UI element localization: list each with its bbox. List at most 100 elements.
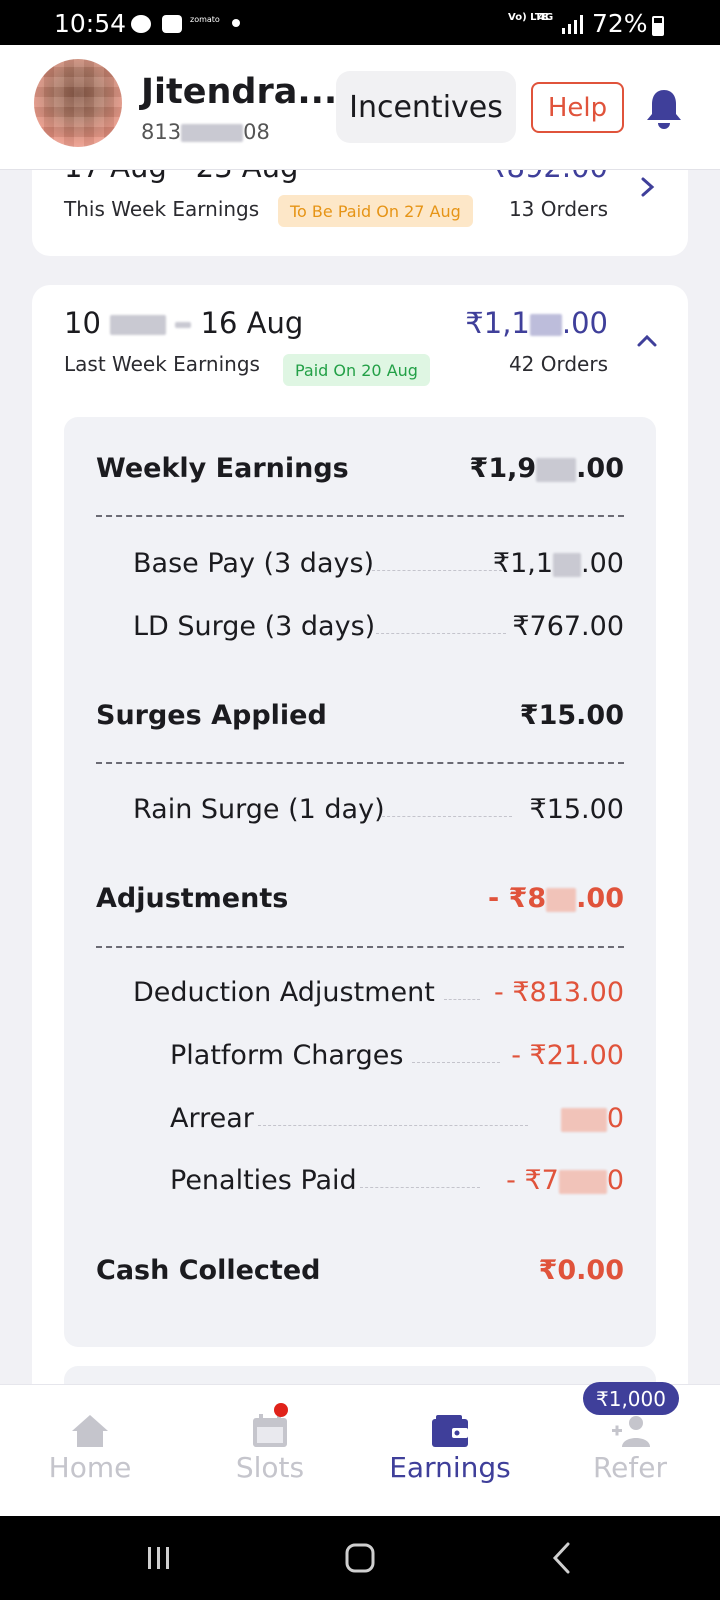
nav-earnings[interactable]: Earnings [360,1385,540,1517]
surges-applied-value: ₹15.00 [519,700,624,731]
signal-icon [562,15,583,34]
amount-prefix: ₹1,1 [465,306,530,340]
cash-collected-label: Cash Collected [96,1255,321,1286]
dotted-leader [382,816,512,817]
dotted-leader [444,999,480,1000]
user-phone: 813 08 [141,120,270,144]
user-name[interactable]: Jitendra... [141,72,337,112]
home-button-icon[interactable] [338,1536,382,1580]
redacted-blur [560,1107,607,1132]
ld-surge-label: LD Surge (3 days) [133,611,376,642]
dotted-leader [412,1062,500,1063]
refer-icon [612,1416,650,1447]
penalties-paid-row: Penalties Paid - ₹7 0 [64,1165,656,1205]
incentives-button[interactable]: Incentives [336,71,516,143]
arrear-value: 0 [560,1103,624,1134]
redacted-blur [529,314,562,336]
dotted-leader [258,1125,528,1126]
redacted-blur [546,887,577,912]
earnings-breakdown-panel: Weekly Earnings ₹1,9 .00 Base Pay (3 days… [64,417,656,1347]
base-pay-label: Base Pay (3 days) [133,548,375,579]
date-start: 10 [64,306,101,340]
deduction-adjustment-value: - ₹813.00 [494,977,624,1008]
status-time: 10:54 [54,9,127,38]
surges-applied-label: Surges Applied [96,700,327,731]
phone-suffix: 08 [243,120,270,144]
avatar[interactable] [34,59,122,147]
value-suffix: .00 [581,548,624,579]
redacted-blur [536,457,577,482]
value-prefix: ₹1,1 [492,548,554,579]
amount-suffix: .00 [561,306,608,340]
ld-surge-row: LD Surge (3 days) ₹767.00 [64,611,656,651]
status-app-label: zomato [190,15,220,24]
base-pay-row: Base Pay (3 days) ₹1,1 .00 [64,548,656,588]
penalties-paid-value: - ₹7 0 [506,1165,624,1196]
help-button[interactable]: Help [531,82,624,133]
calendar-icon [253,1414,287,1447]
status-bar: 10:54 zomato Vo) LTE 4G 72% [0,0,720,45]
value-suffix: .00 [576,453,624,484]
cash-collected-row: Cash Collected ₹0.00 [64,1255,656,1295]
refer-reward-badge[interactable]: ₹1,000 [583,1382,679,1415]
slots-notification-dot [274,1403,288,1417]
paid-status-badge: Paid On 20 Aug [283,354,430,386]
value-suffix: .00 [576,883,624,914]
last-week-label: Last Week Earnings [64,352,260,376]
date-end: 16 Aug [200,306,304,340]
whatsapp-icon [131,15,151,33]
app-header: Jitendra... 813 08 Incentives Help [0,45,720,170]
rain-surge-value: ₹15.00 [529,794,624,825]
nav-slots[interactable]: Slots [180,1385,360,1517]
notification-dot-icon [232,19,240,27]
deduction-adjustment-label: Deduction Adjustment [133,977,435,1008]
adjustments-label: Adjustments [96,883,289,914]
system-navigation-bar [0,1516,720,1600]
value-suffix: 0 [606,1165,624,1196]
back-icon[interactable] [540,1536,584,1580]
arrear-row: Arrear 0 [64,1103,656,1143]
battery-percent: 72% [592,9,648,38]
platform-charges-label: Platform Charges [170,1040,404,1071]
home-icon [72,1415,108,1447]
week-label: This Week Earnings [64,197,260,221]
payment-status-badge: To Be Paid On 27 Aug [278,195,473,227]
cash-collected-value: ₹0.00 [538,1255,624,1286]
network-type-label: 4G [538,12,554,23]
platform-charges-value: - ₹21.00 [511,1040,624,1071]
last-week-date-range[interactable]: 10 16 Aug [64,306,303,340]
dotted-leader [360,1187,480,1188]
bell-icon[interactable] [644,87,684,131]
base-pay-value: ₹1,1 .00 [493,548,624,579]
rain-surge-row: Rain Surge (1 day) ₹15.00 [64,794,656,834]
deduction-adjustment-row: Deduction Adjustment - ₹813.00 [64,977,656,1017]
section-divider [96,946,624,948]
recent-apps-icon[interactable] [137,1536,181,1580]
nav-refer-label: Refer [592,1451,668,1484]
arrear-label: Arrear [170,1103,254,1134]
chevron-right-icon[interactable] [636,176,658,198]
value-prefix: - ₹7 [506,1165,559,1196]
dotted-leader [376,633,506,634]
last-week-orders: 42 Orders [508,352,608,376]
redacted-blur [175,322,192,328]
adjustments-value: - ₹8 .00 [488,883,624,914]
nav-slots-label: Slots [235,1451,305,1484]
section-divider [96,762,624,764]
chevron-up-icon[interactable] [636,330,658,352]
value-prefix: - ₹8 [487,883,547,914]
last-week-amount: ₹1,1 .00 [465,306,608,340]
penalties-paid-label: Penalties Paid [170,1165,357,1196]
gallery-icon [162,15,182,33]
value-prefix: ₹1,9 [469,453,537,484]
wallet-icon [432,1415,468,1447]
weekly-earnings-label: Weekly Earnings [96,453,349,484]
last-week-card: 10 16 Aug ₹1,1 .00 Last Week Earnings Pai… [32,285,688,1405]
nav-home[interactable]: Home [0,1385,180,1517]
dotted-leader [372,570,502,571]
rain-surge-label: Rain Surge (1 day) [133,794,385,825]
ld-surge-value: ₹767.00 [512,611,624,642]
phone-prefix: 813 [141,120,182,144]
section-divider [96,515,624,517]
platform-charges-row: Platform Charges - ₹21.00 [64,1040,656,1080]
